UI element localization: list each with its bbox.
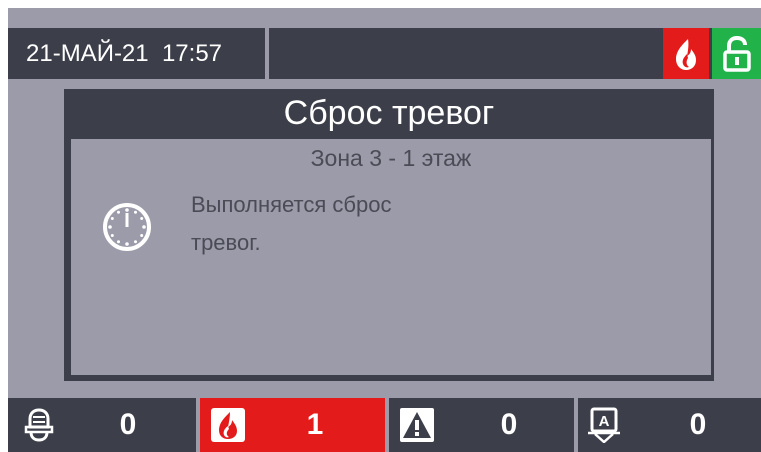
unlocked-padlock-icon <box>722 35 751 72</box>
warning-triangle-icon <box>400 408 434 442</box>
svg-text:A: A <box>599 413 610 430</box>
clock-icon <box>103 203 151 251</box>
message-line-1: Выполняется сброс <box>191 192 392 217</box>
fault-count: 0 <box>500 408 518 441</box>
dialog-title: Сброс тревог <box>283 94 495 132</box>
fault-counter[interactable]: 0 <box>389 398 574 452</box>
counters-bar: 0 1 0 A 0 <box>8 398 761 452</box>
disabled-counter[interactable]: A 0 <box>578 398 761 452</box>
siren-counter[interactable]: 0 <box>8 398 196 452</box>
siren-icon <box>24 408 54 442</box>
message-line-2: тревог. <box>191 230 261 255</box>
date-time: 21-МАЙ-21 17:57 <box>8 28 269 79</box>
status-bar: 21-МАЙ-21 17:57 <box>8 28 761 79</box>
siren-count: 0 <box>119 408 137 441</box>
reset-alarms-dialog: Сброс тревог Зона 3 - 1 этаж Выполняется… <box>64 89 714 381</box>
dialog-body: Зона 3 - 1 этаж Выполняется сброс тревог… <box>71 139 711 375</box>
panel-screen: 21-МАЙ-21 17:57 Сброс тревог Зона 3 - 1 … <box>8 8 761 452</box>
disabled-count: 0 <box>689 408 707 441</box>
zone-label: Зона 3 - 1 этаж <box>310 145 472 171</box>
access-level-indicator[interactable] <box>712 28 761 79</box>
fire-icon <box>211 408 245 442</box>
fire-counter[interactable]: 1 <box>200 398 385 452</box>
fire-icon <box>676 38 696 70</box>
fire-status-indicator[interactable] <box>663 28 709 79</box>
status-message: Выполняется сброс тревог. <box>191 186 591 262</box>
disabled-alarm-icon: A <box>588 407 620 443</box>
fire-count: 1 <box>306 408 324 441</box>
